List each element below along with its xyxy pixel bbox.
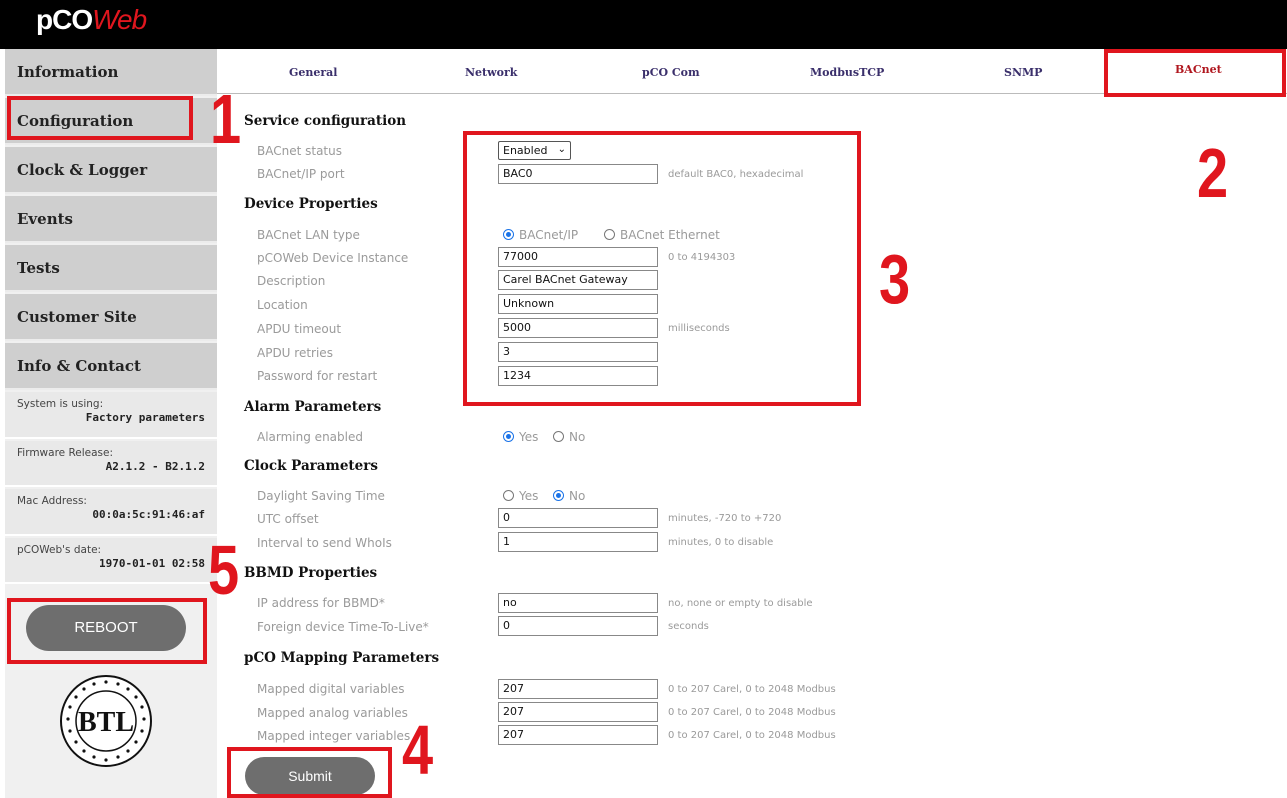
section-alarm-parameters: Alarm Parameters xyxy=(244,399,382,415)
annotation-box-reboot xyxy=(7,598,207,664)
radio-label: No xyxy=(569,489,586,503)
header-bar: pCOWeb xyxy=(0,0,1287,49)
alarming-enabled-label: Alarming enabled xyxy=(257,430,363,444)
foreign-ttl-input[interactable]: 0 xyxy=(498,616,658,636)
bbmd-ip-input[interactable]: no xyxy=(498,593,658,613)
mapped-integer-note: 0 to 207 Carel, 0 to 2048 Modbus xyxy=(668,730,836,741)
dst-label: Daylight Saving Time xyxy=(257,489,385,503)
firmware-info: Firmware Release: A2.1.2 - B2.1.2 xyxy=(5,441,217,487)
mapped-analog-note: 0 to 207 Carel, 0 to 2048 Modbus xyxy=(668,707,836,718)
device-instance-label: pCOWeb Device Instance xyxy=(257,251,409,265)
tab-general[interactable]: General xyxy=(289,66,338,79)
bacnet-ip-port-label: BACnet/IP port xyxy=(257,167,345,181)
sidebar-item-tests[interactable]: Tests xyxy=(5,245,217,292)
description-label: Description xyxy=(257,274,326,288)
section-clock-parameters: Clock Parameters xyxy=(244,458,378,474)
dst-no-radio[interactable]: No xyxy=(553,489,585,503)
mapped-integer-label: Mapped integer variables xyxy=(257,729,411,743)
annotation-number-4: 4 xyxy=(402,711,434,789)
annotation-number-5: 5 xyxy=(208,531,240,609)
annotation-box-bacnet-tab xyxy=(1104,49,1286,97)
info-label: Firmware Release: xyxy=(17,447,114,459)
annotation-box-submit xyxy=(227,747,392,798)
info-label: Mac Address: xyxy=(17,495,87,507)
radio-label: Yes xyxy=(519,430,539,444)
tab-modbustcp[interactable]: ModbusTCP xyxy=(810,66,884,79)
section-pco-mapping-parameters: pCO Mapping Parameters xyxy=(244,650,440,666)
mapped-digital-note: 0 to 207 Carel, 0 to 2048 Modbus xyxy=(668,684,836,695)
mac-address-info: Mac Address: 00:0a:5c:91:46:af xyxy=(5,489,217,536)
radio-selected-icon xyxy=(503,431,514,442)
whois-interval-input[interactable]: 1 xyxy=(498,532,658,552)
radio-label: Yes xyxy=(519,489,539,503)
system-status-info: System is using: Factory parameters xyxy=(5,392,217,439)
location-label: Location xyxy=(257,298,308,312)
foreign-ttl-label: Foreign device Time-To-Live* xyxy=(257,620,429,634)
info-label: pCOWeb's date: xyxy=(17,544,102,556)
section-service-configuration: Service configuration xyxy=(244,113,407,129)
whois-interval-note: minutes, 0 to disable xyxy=(668,537,774,548)
sidebar-item-information[interactable]: Information xyxy=(5,49,217,96)
sidebar-item-info-contact[interactable]: Info & Contact xyxy=(5,343,217,390)
bacnet-lan-type-label: BACnet LAN type xyxy=(257,228,360,242)
sidebar-item-customer-site[interactable]: Customer Site xyxy=(5,294,217,341)
whois-interval-label: Interval to send WhoIs xyxy=(257,536,392,550)
mapped-digital-label: Mapped digital variables xyxy=(257,682,405,696)
alarming-no-radio[interactable]: No xyxy=(553,430,585,444)
tab-pco-com[interactable]: pCO Com xyxy=(642,66,700,79)
bbmd-ip-label: IP address for BBMD* xyxy=(257,596,385,610)
btl-logo-letters: BTL xyxy=(78,707,134,738)
annotation-number-1: 1 xyxy=(210,80,242,158)
btl-logo: BTL xyxy=(60,675,152,767)
dst-yes-radio[interactable]: Yes xyxy=(503,489,538,503)
bacnet-status-label: BACnet status xyxy=(257,144,342,158)
info-label: System is using: xyxy=(17,398,104,410)
alarming-yes-radio[interactable]: Yes xyxy=(503,430,538,444)
section-device-properties: Device Properties xyxy=(244,196,378,212)
utc-offset-input[interactable]: 0 xyxy=(498,508,658,528)
mapped-integer-input[interactable]: 207 xyxy=(498,725,658,745)
sidebar-item-clock-logger[interactable]: Clock & Logger xyxy=(5,147,217,194)
radio-label: No xyxy=(569,430,586,444)
utc-offset-label: UTC offset xyxy=(257,512,319,526)
mapped-analog-label: Mapped analog variables xyxy=(257,706,408,720)
foreign-ttl-note: seconds xyxy=(668,621,709,632)
apdu-timeout-label: APDU timeout xyxy=(257,322,342,336)
device-date-info: pCOWeb's date: 1970-01-01 02:58 xyxy=(5,538,217,584)
mapped-analog-input[interactable]: 207 xyxy=(498,702,658,722)
section-bbmd-properties: BBMD Properties xyxy=(244,565,378,581)
radio-selected-icon xyxy=(553,490,564,501)
info-value: 1970-01-01 02:58 xyxy=(99,557,205,570)
annotation-number-3: 3 xyxy=(879,240,911,318)
mapped-digital-input[interactable]: 207 xyxy=(498,679,658,699)
radio-unselected-icon xyxy=(503,490,514,501)
bbmd-ip-note: no, none or empty to disable xyxy=(668,598,813,609)
annotation-box-device-settings xyxy=(463,131,861,406)
tab-snmp[interactable]: SNMP xyxy=(1004,66,1042,79)
annotation-number-2: 2 xyxy=(1197,134,1229,212)
utc-offset-note: minutes, -720 to +720 xyxy=(668,513,782,524)
apdu-retries-label: APDU retries xyxy=(257,346,333,360)
info-value: Factory parameters xyxy=(85,411,205,424)
sidebar-item-events[interactable]: Events xyxy=(5,196,217,243)
tab-network[interactable]: Network xyxy=(465,66,517,79)
radio-unselected-icon xyxy=(553,431,564,442)
pcoweb-logo: pCOWeb xyxy=(36,4,147,35)
restart-password-label: Password for restart xyxy=(257,369,378,383)
info-value: 00:0a:5c:91:46:af xyxy=(92,508,205,521)
info-value: A2.1.2 - B2.1.2 xyxy=(105,460,205,473)
annotation-box-configuration xyxy=(7,96,193,140)
